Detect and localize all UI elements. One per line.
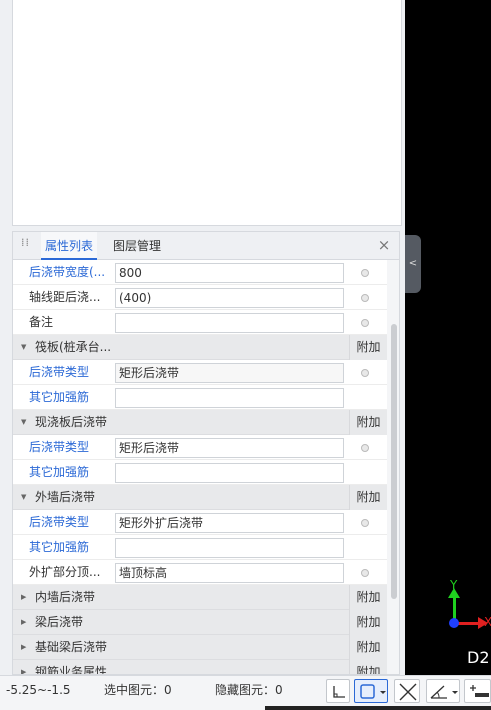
property-label: 轴线距后浇... [29,290,101,304]
elevation-range: -5.25~-1.5 [6,683,71,697]
group-extra-header: 附加 [349,610,387,635]
group-label: 钢筋业务属性 [35,665,108,675]
chevron-down-icon[interactable]: ▼ [21,335,26,360]
group-label: 基础梁后浇带 [35,640,108,654]
property-row: 后浇带类型 矩形后浇带 [13,360,387,385]
property-group[interactable]: ▶ 钢筋业务属性 附加 [13,660,387,675]
property-value-field[interactable]: 矩形后浇带 [115,363,344,383]
group-label: 梁后浇带 [35,615,84,629]
extra-checkbox[interactable] [361,569,369,577]
grid-axis-label: D2 [467,648,490,667]
extra-checkbox[interactable] [361,294,369,302]
chevron-down-icon[interactable]: ▼ [21,410,26,435]
extra-checkbox[interactable] [361,319,369,327]
property-value-field[interactable]: 墙顶标高 [115,563,344,583]
group-extra-header: 附加 [349,335,387,360]
property-label: 后浇带类型 [29,365,90,379]
chevron-right-icon[interactable]: ▶ [21,585,26,610]
rect-select-icon[interactable] [354,679,388,703]
left-dock: ⁞⁞ 属性列表 图层管理 × 后浇带宽度(... 800 轴线距后浇... (400)… [0,0,405,675]
group-label: 内墙后浇带 [35,590,96,604]
property-label: 其它加强筋 [29,390,90,404]
orthogonal-icon[interactable] [326,679,350,703]
chevron-down-icon[interactable]: ▼ [21,485,26,510]
tab-layer-management[interactable]: 图层管理 [109,232,165,260]
chevron-left-icon[interactable]: < [405,235,421,293]
property-row: 轴线距后浇... (400) [13,285,387,310]
ucs-axis-icon [449,618,459,628]
extra-checkbox[interactable] [361,519,369,527]
app-root: ⁞⁞ 属性列表 图层管理 × 后浇带宽度(... 800 轴线距后浇... (400)… [0,0,491,710]
scrollbar-thumb[interactable] [391,324,397,599]
drawing-viewport[interactable] [405,0,491,675]
property-row: 备注 [13,310,387,335]
selected-count: 选中图元：0 [104,683,172,697]
drag-grip-icon[interactable]: ⁞⁞ [21,237,29,252]
group-extra-header: 附加 [349,635,387,660]
property-value-field[interactable]: 矩形后浇带 [115,438,344,458]
property-value-field[interactable] [115,538,344,558]
extra-checkbox[interactable] [361,444,369,452]
property-label: 外扩部分顶... [29,565,101,579]
group-label: 现浇板后浇带 [35,415,108,429]
property-value-field[interactable]: 800 [115,263,344,283]
top-blank-panel [12,0,402,226]
property-label: 后浇带宽度(... [29,265,106,279]
property-group[interactable]: ▼ 现浇板后浇带 附加 [13,410,387,435]
close-icon[interactable]: × [377,237,391,253]
tab-property-list[interactable]: 属性列表 [41,232,98,260]
axis-y-label: Y [450,578,458,592]
property-group[interactable]: ▶ 基础梁后浇带 附加 [13,635,387,660]
property-row: 其它加强筋 [13,385,387,410]
add-more-icon[interactable] [464,679,491,703]
property-label: 其它加强筋 [29,465,90,479]
property-value-field[interactable] [115,388,344,408]
property-value-field[interactable]: 矩形外扩后浇带 [115,513,344,533]
cross-select-icon[interactable] [394,679,420,703]
group-extra-header: 附加 [349,585,387,610]
group-extra-header: 附加 [349,660,387,674]
property-value-field[interactable]: (400) [115,288,344,308]
property-value-field[interactable] [115,313,344,333]
property-row: 其它加强筋 [13,535,387,560]
property-group[interactable]: ▶ 内墙后浇带 附加 [13,585,387,610]
property-rows: 后浇带宽度(... 800 轴线距后浇... (400) 备注 ▼ 筏板(桩承台... 附加后… [13,260,387,675]
property-group[interactable]: ▼ 外墙后浇带 附加 [13,485,387,510]
property-value-field[interactable] [115,463,344,483]
property-label: 备注 [29,315,54,329]
group-extra-header: 附加 [349,410,387,435]
property-row: 后浇带宽度(... 800 [13,260,387,285]
extra-checkbox[interactable] [361,269,369,277]
status-bar: -5.25~-1.5 选中图元：0 隐藏图元：0 [0,675,491,710]
group-label: 筏板(桩承台... [35,340,112,354]
property-row: 后浇带类型 矩形外扩后浇带 [13,510,387,535]
property-group[interactable]: ▶ 梁后浇带 附加 [13,610,387,635]
chevron-right-icon[interactable]: ▶ [21,660,26,674]
property-row: 后浇带类型 矩形后浇带 [13,435,387,460]
axis-x-label: X [484,615,491,629]
group-label: 外墙后浇带 [35,490,96,504]
bottom-strip [265,706,491,710]
extra-checkbox[interactable] [361,369,369,377]
property-label: 其它加强筋 [29,540,90,554]
property-panel: ⁞⁞ 属性列表 图层管理 × 后浇带宽度(... 800 轴线距后浇... (400)… [12,231,400,675]
property-label: 后浇带类型 [29,440,90,454]
chevron-right-icon[interactable]: ▶ [21,635,26,660]
angle-icon[interactable] [426,679,460,703]
property-group[interactable]: ▼ 筏板(桩承台... 附加 [13,335,387,360]
hidden-count: 隐藏图元：0 [215,683,283,697]
panel-tabbar: ⁞⁞ 属性列表 图层管理 × [13,232,399,260]
property-label: 后浇带类型 [29,515,90,529]
group-extra-header: 附加 [349,485,387,510]
property-row: 外扩部分顶... 墙顶标高 [13,560,387,585]
property-row: 其它加强筋 [13,460,387,485]
chevron-right-icon[interactable]: ▶ [21,610,26,635]
